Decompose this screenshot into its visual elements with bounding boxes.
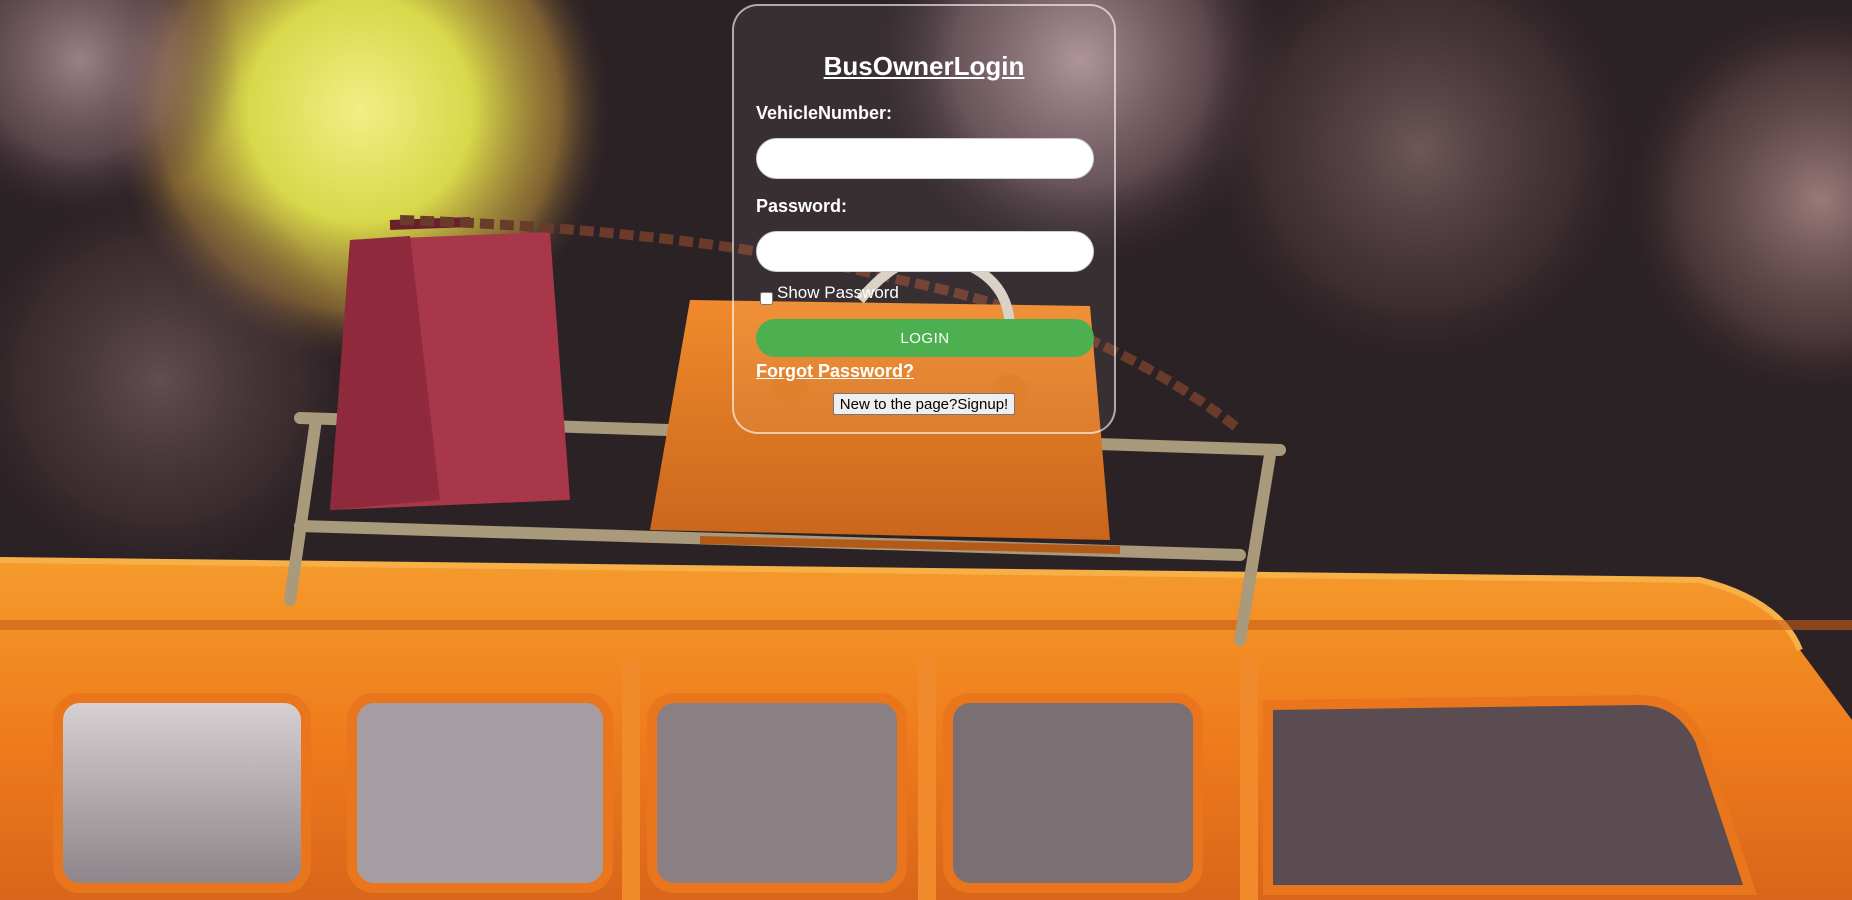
page-title: BusOwnerLogin <box>823 51 1025 81</box>
login-page: BusOwnerLogin VehicleNumber: Password: S… <box>0 0 1852 900</box>
password-input[interactable] <box>756 231 1094 272</box>
forgot-password-link[interactable]: Forgot Password? <box>756 360 914 382</box>
vehicle-number-input[interactable] <box>756 138 1094 179</box>
login-card: BusOwnerLogin VehicleNumber: Password: S… <box>732 4 1116 434</box>
login-button[interactable]: LOGIN <box>756 319 1094 357</box>
signup-wrap: New to the page?Signup! <box>756 393 1092 415</box>
show-password-label[interactable]: Show Password <box>777 282 899 304</box>
show-password-checkbox[interactable] <box>760 292 773 305</box>
password-label: Password: <box>756 196 848 216</box>
show-password-row: Show Password <box>756 282 1092 306</box>
vehicle-number-label: VehicleNumber: <box>756 103 893 123</box>
signup-button[interactable]: New to the page?Signup! <box>832 393 1016 415</box>
